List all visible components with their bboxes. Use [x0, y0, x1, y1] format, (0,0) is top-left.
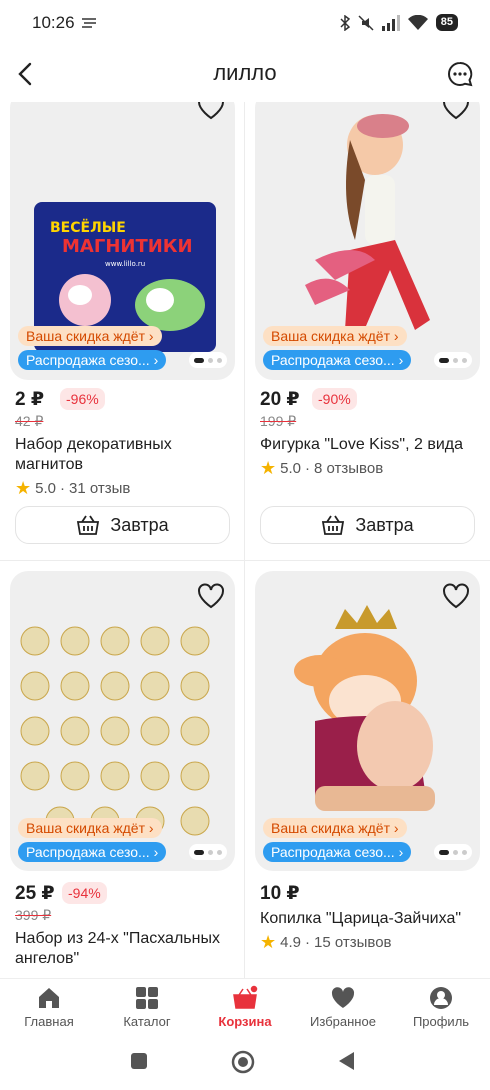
star-icon: ★ — [260, 932, 277, 952]
column-divider — [244, 102, 245, 980]
bluetooth-icon — [340, 14, 350, 31]
heart-icon — [331, 987, 355, 1008]
image-pager-dots — [434, 352, 472, 368]
discount-badge: -96% — [60, 388, 105, 410]
notification-icon — [82, 18, 96, 28]
image-text-url: www.lillo.ru — [105, 260, 145, 268]
discount-badge: -90% — [312, 388, 357, 410]
discount-promo-badge[interactable]: Ваша скидка ждёт › — [18, 818, 162, 838]
product-rating: ★ 4.9 · 15 отзывов — [260, 932, 392, 952]
sale-badge[interactable]: Распродажа сезо... › — [18, 842, 167, 862]
image-pager-dots — [189, 352, 227, 368]
favorite-icon[interactable] — [442, 583, 470, 609]
product-name[interactable]: Набор декоративных магнитов — [15, 435, 230, 475]
discount-promo-badge[interactable]: Ваша скидка ждёт › — [263, 326, 407, 346]
tab-catalog[interactable]: Каталог — [98, 979, 196, 1036]
discount-promo-badge[interactable]: Ваша скидка ждёт › — [18, 326, 162, 346]
image-pager-dots — [189, 844, 227, 860]
sale-badge[interactable]: Распродажа сезо... › — [263, 350, 412, 370]
product-name[interactable]: Набор из 24-х "Пасхальных ангелов" — [15, 929, 230, 969]
image-text-line1: ВЕСЁЛЫЕ — [50, 219, 126, 236]
price: 25 ₽ — [15, 883, 55, 904]
product-image[interactable]: ВЕСЁЛЫЕ МАГНИТИКИ www.lillo.ru Ваша скид… — [10, 102, 235, 380]
product-name[interactable]: Фигурка "Love Kiss", 2 вида — [260, 435, 475, 455]
star-icon: ★ — [15, 478, 32, 498]
old-price: 399 ₽ — [15, 907, 52, 923]
tab-label: Избранное — [310, 1014, 376, 1029]
favorite-icon[interactable] — [442, 102, 470, 120]
product-rating: ★ 5.0 · 31 отзыв — [15, 478, 131, 498]
delivery-label: Завтра — [355, 514, 414, 535]
home-button-icon[interactable] — [231, 1050, 255, 1074]
product-name[interactable]: Копилка "Царица-Зайчиха" — [260, 909, 475, 929]
status-time: 10:26 — [32, 13, 75, 32]
back-button-icon[interactable] — [338, 1051, 356, 1071]
status-bar: 10:26 85 — [0, 0, 490, 46]
bottom-tab-bar: Главная Каталог Корзина Избранное Профил… — [0, 978, 490, 1036]
old-price: 42 ₽ — [15, 413, 44, 429]
delivery-label: Завтра — [110, 514, 169, 535]
sale-badge[interactable]: Распродажа сезо... › — [18, 350, 167, 370]
profile-icon — [430, 987, 452, 1009]
tab-label: Главная — [24, 1014, 74, 1029]
product-feed[interactable]: ВЕСЁЛЫЕ МАГНИТИКИ www.lillo.ru Ваша скид… — [0, 102, 490, 980]
price: 10 ₽ — [260, 883, 300, 904]
tab-label: Корзина — [218, 1014, 272, 1029]
old-price: 199 ₽ — [260, 413, 297, 429]
product-image[interactable]: Ваша скидка ждёт › Распродажа сезо... › — [255, 571, 480, 871]
price: 20 ₽ — [260, 389, 300, 410]
page-title: лилло — [213, 60, 277, 85]
price: 2 ₽ — [15, 389, 45, 410]
cart-icon — [233, 985, 258, 1009]
favorite-icon[interactable] — [197, 583, 225, 609]
recents-icon[interactable] — [130, 1052, 148, 1070]
product-rating: ★ 5.0 · 8 отзывов — [260, 458, 384, 478]
signal-icon — [381, 14, 400, 31]
tab-home[interactable]: Главная — [0, 979, 98, 1036]
star-icon: ★ — [260, 458, 277, 478]
battery-indicator: 85 — [435, 14, 458, 31]
discount-promo-badge[interactable]: Ваша скидка ждёт › — [263, 818, 407, 838]
system-nav-bar — [0, 1036, 490, 1090]
sale-badge[interactable]: Распродажа сезо... › — [263, 842, 412, 862]
basket-icon — [77, 515, 100, 535]
image-pager-dots — [434, 844, 472, 860]
basket-icon — [322, 515, 345, 535]
favorite-icon[interactable] — [197, 102, 225, 120]
mute-icon — [358, 14, 374, 31]
product-image[interactable]: Ваша скидка ждёт › Распродажа сезо... › — [10, 571, 235, 871]
top-bar: лилло — [0, 46, 490, 102]
product-image[interactable]: Ваша скидка ждёт › Распродажа сезо... › — [255, 102, 480, 380]
wifi-icon — [407, 14, 428, 30]
home-icon — [39, 988, 59, 1008]
tab-label: Каталог — [123, 1014, 171, 1029]
tab-profile[interactable]: Профиль — [392, 979, 490, 1036]
tab-favorites[interactable]: Избранное — [294, 979, 392, 1036]
discount-badge: -94% — [62, 882, 107, 904]
image-text-line2: МАГНИТИКИ — [62, 236, 193, 257]
row-divider — [0, 560, 490, 561]
add-to-cart-button[interactable]: Завтра — [15, 506, 230, 544]
tab-label: Профиль — [412, 1014, 470, 1029]
add-to-cart-button[interactable]: Завтра — [260, 506, 475, 544]
tab-cart[interactable]: Корзина — [196, 979, 294, 1036]
catalog-icon — [136, 987, 158, 1009]
chat-icon[interactable] — [446, 60, 474, 88]
